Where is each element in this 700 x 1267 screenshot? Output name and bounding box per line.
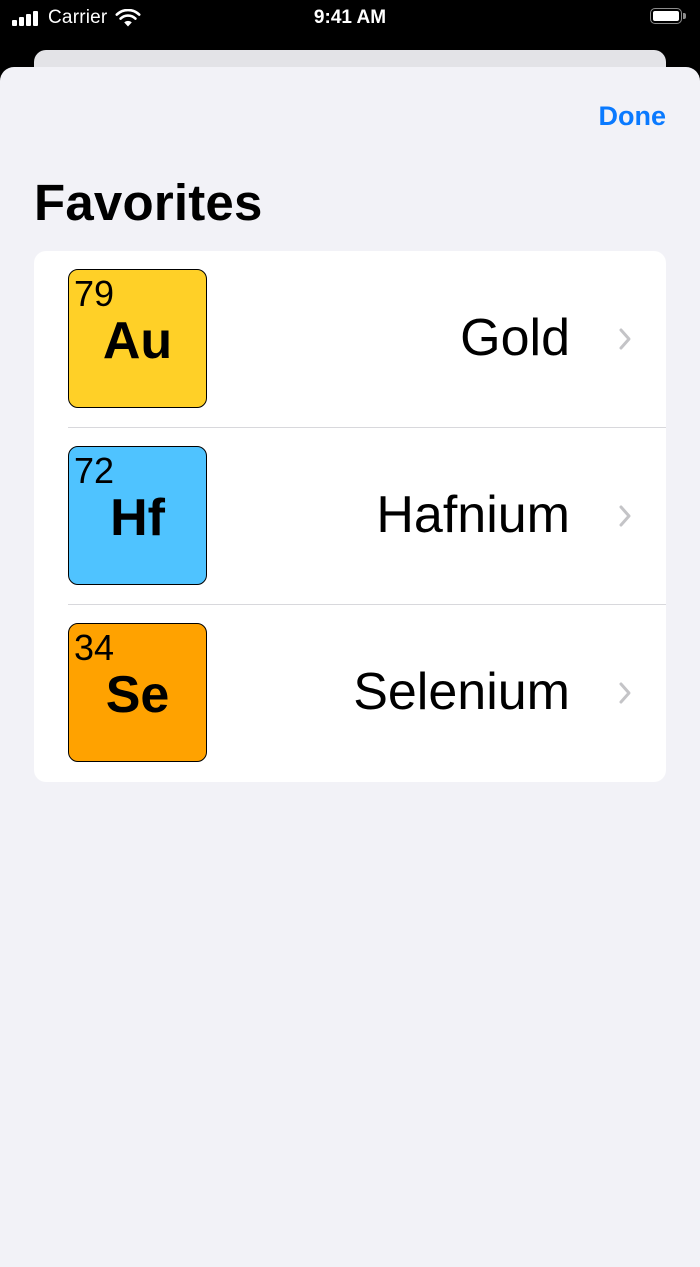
list-item-selenium[interactable]: 34 Se Selenium	[34, 605, 666, 782]
element-tile: 34 Se	[68, 623, 207, 762]
element-symbol: Se	[105, 666, 170, 724]
element-symbol: Hf	[110, 489, 165, 547]
battery-icon	[650, 8, 688, 26]
list-item-hafnium[interactable]: 72 Hf Hafnium	[34, 428, 666, 605]
element-name: Selenium	[353, 663, 570, 721]
favorites-list: 79 Au Gold 72 Hf Hafnium 34 Se Selenium	[34, 251, 666, 782]
favorites-sheet: Done Favorites 79 Au Gold 72 Hf Hafnium	[0, 67, 700, 1267]
element-name: Hafnium	[376, 486, 570, 544]
element-tile: 72 Hf	[68, 446, 207, 585]
status-bar: Carrier 9:41 AM	[0, 0, 700, 36]
status-time: 9:41 AM	[313, 7, 387, 28]
chevron-right-icon	[619, 328, 631, 350]
element-name: Gold	[460, 309, 570, 367]
list-item-gold[interactable]: 79 Au Gold	[34, 251, 666, 428]
element-symbol: Au	[102, 312, 173, 370]
chevron-right-icon	[619, 682, 631, 704]
page-title: Favorites	[34, 174, 263, 231]
element-tile: 79 Au	[68, 269, 207, 408]
chevron-right-icon	[619, 505, 631, 527]
done-button[interactable]: Done	[599, 99, 667, 133]
